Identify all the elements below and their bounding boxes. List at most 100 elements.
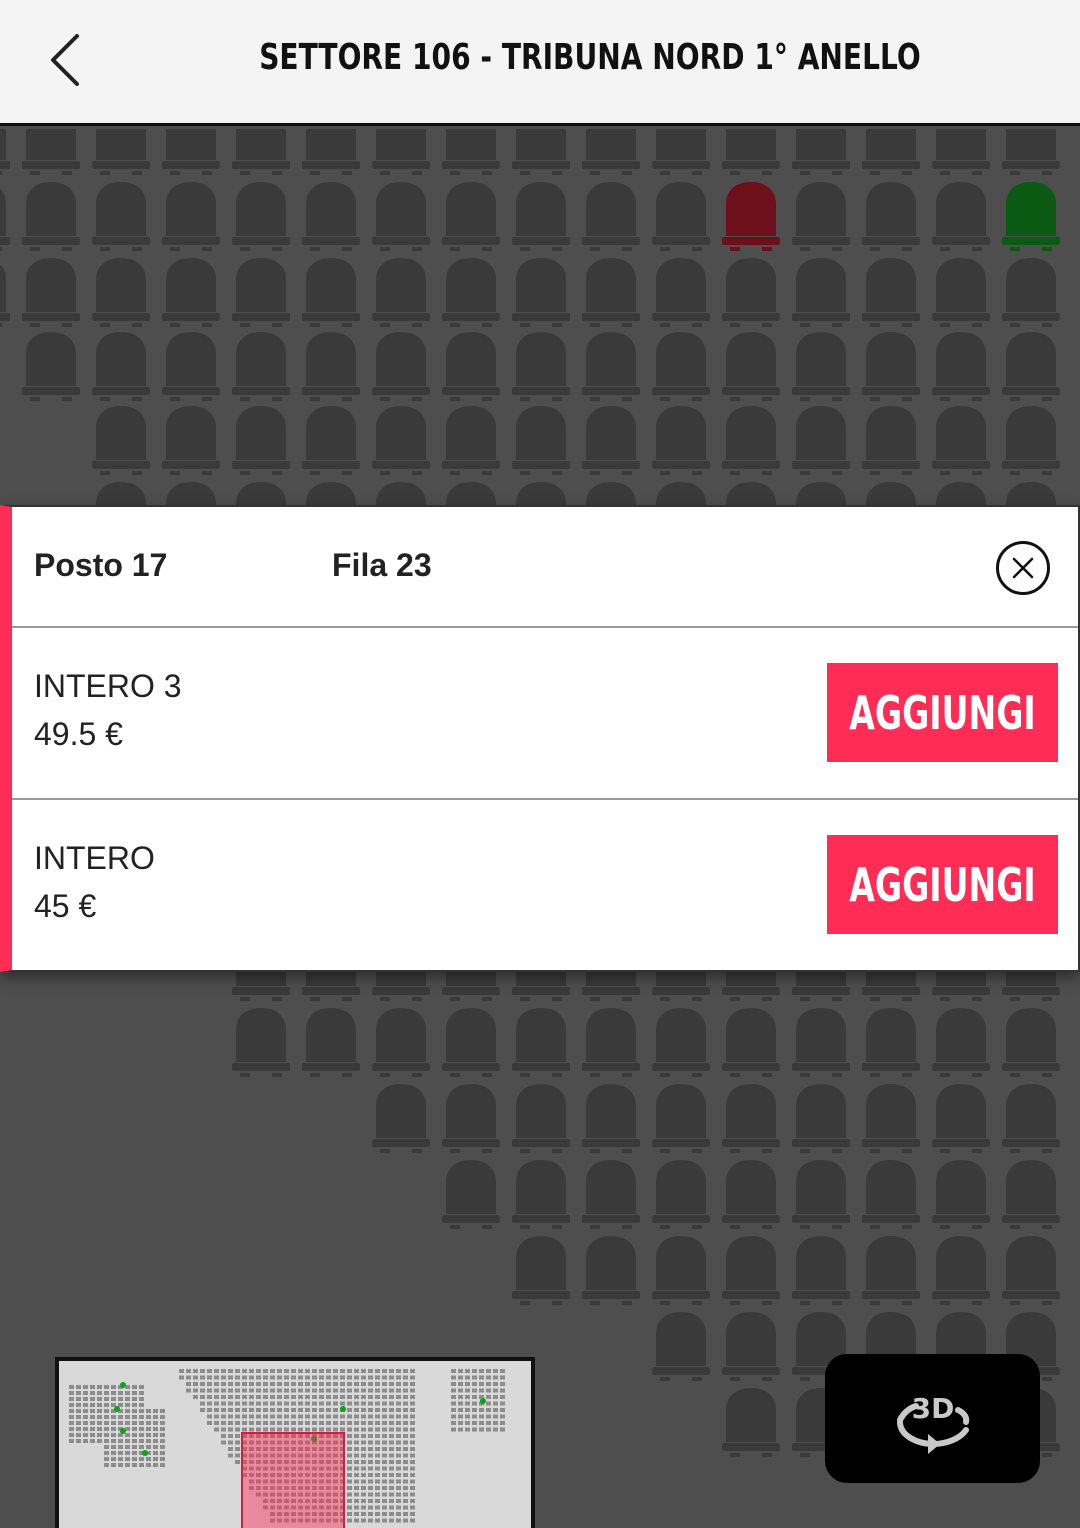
back-button[interactable] — [40, 30, 90, 90]
seat[interactable] — [20, 129, 82, 180]
seat[interactable] — [720, 1386, 782, 1462]
seat[interactable] — [650, 404, 712, 480]
seat[interactable] — [1000, 1234, 1062, 1310]
seat[interactable] — [1000, 256, 1062, 332]
seat[interactable] — [230, 129, 292, 180]
seat[interactable] — [0, 129, 12, 180]
seat[interactable] — [860, 129, 922, 180]
seat[interactable] — [650, 1006, 712, 1082]
seat[interactable] — [650, 1082, 712, 1158]
seat[interactable] — [860, 1082, 922, 1158]
seat[interactable] — [20, 180, 82, 256]
add-ticket-button[interactable]: AGGIUNGI — [827, 663, 1058, 762]
seat[interactable] — [510, 1234, 572, 1310]
seat[interactable] — [790, 1158, 852, 1234]
seat[interactable] — [440, 1082, 502, 1158]
seat[interactable] — [1000, 404, 1062, 480]
close-button[interactable] — [996, 541, 1050, 595]
seat[interactable] — [370, 256, 432, 332]
seat[interactable] — [860, 256, 922, 332]
seat[interactable] — [930, 1158, 992, 1234]
seat[interactable] — [580, 1158, 642, 1234]
seat[interactable] — [370, 1006, 432, 1082]
seat[interactable] — [230, 404, 292, 480]
seat[interactable] — [790, 1006, 852, 1082]
seat[interactable] — [160, 404, 222, 480]
seat[interactable] — [650, 330, 712, 406]
seat[interactable] — [720, 1082, 782, 1158]
seat[interactable] — [790, 1234, 852, 1310]
seat[interactable] — [370, 129, 432, 180]
seat[interactable] — [300, 404, 362, 480]
seat[interactable] — [0, 256, 12, 332]
seat[interactable] — [90, 180, 152, 256]
seat[interactable] — [720, 330, 782, 406]
seat[interactable] — [650, 129, 712, 180]
seat[interactable] — [930, 330, 992, 406]
seat[interactable] — [510, 256, 572, 332]
seat[interactable] — [510, 1158, 572, 1234]
seat[interactable] — [580, 129, 642, 180]
seat[interactable] — [860, 1006, 922, 1082]
seat[interactable] — [440, 330, 502, 406]
seat[interactable] — [440, 129, 502, 180]
seat[interactable] — [90, 404, 152, 480]
seat[interactable] — [650, 180, 712, 256]
seat[interactable] — [930, 1082, 992, 1158]
seat[interactable] — [930, 1006, 992, 1082]
seat[interactable] — [930, 129, 992, 180]
seat[interactable] — [860, 180, 922, 256]
seat[interactable] — [510, 330, 572, 406]
seat[interactable] — [300, 330, 362, 406]
seat[interactable] — [160, 129, 222, 180]
seat[interactable] — [1000, 1158, 1062, 1234]
seat[interactable] — [580, 256, 642, 332]
seat[interactable] — [370, 180, 432, 256]
seat[interactable] — [510, 1006, 572, 1082]
seat[interactable] — [580, 180, 642, 256]
seat[interactable] — [20, 330, 82, 406]
seat[interactable] — [720, 1006, 782, 1082]
seat[interactable] — [510, 129, 572, 180]
seat[interactable] — [300, 256, 362, 332]
seat[interactable] — [720, 256, 782, 332]
seat[interactable] — [440, 404, 502, 480]
seat[interactable] — [860, 330, 922, 406]
seat[interactable] — [720, 404, 782, 480]
seat[interactable] — [90, 129, 152, 180]
seat[interactable] — [440, 1158, 502, 1234]
seat[interactable] — [1000, 129, 1062, 180]
seat[interactable] — [90, 330, 152, 406]
seat[interactable] — [300, 180, 362, 256]
seat[interactable] — [930, 404, 992, 480]
seat[interactable] — [370, 404, 432, 480]
seat[interactable] — [0, 180, 12, 256]
seat[interactable] — [650, 1234, 712, 1310]
seat[interactable] — [370, 1082, 432, 1158]
seat[interactable] — [720, 1158, 782, 1234]
seat[interactable] — [370, 330, 432, 406]
seat[interactable] — [160, 180, 222, 256]
seat[interactable] — [650, 256, 712, 332]
seat[interactable] — [790, 330, 852, 406]
seat[interactable] — [580, 1234, 642, 1310]
seat[interactable] — [720, 1310, 782, 1386]
seat[interactable] — [230, 180, 292, 256]
seat[interactable] — [230, 1006, 292, 1082]
seat[interactable] — [790, 180, 852, 256]
seat[interactable] — [1000, 1006, 1062, 1082]
seat[interactable] — [930, 180, 992, 256]
seat[interactable] — [160, 330, 222, 406]
view-3d-button[interactable]: 3D — [825, 1354, 1040, 1483]
seat[interactable] — [930, 1234, 992, 1310]
seat[interactable] — [440, 1006, 502, 1082]
seat[interactable] — [300, 1006, 362, 1082]
seat[interactable] — [650, 1310, 712, 1386]
seat[interactable] — [90, 256, 152, 332]
seat[interactable] — [440, 256, 502, 332]
seat[interactable] — [790, 256, 852, 332]
seat[interactable] — [1000, 1082, 1062, 1158]
sector-minimap[interactable] — [55, 1357, 535, 1528]
seat[interactable] — [510, 180, 572, 256]
seat[interactable] — [650, 1158, 712, 1234]
